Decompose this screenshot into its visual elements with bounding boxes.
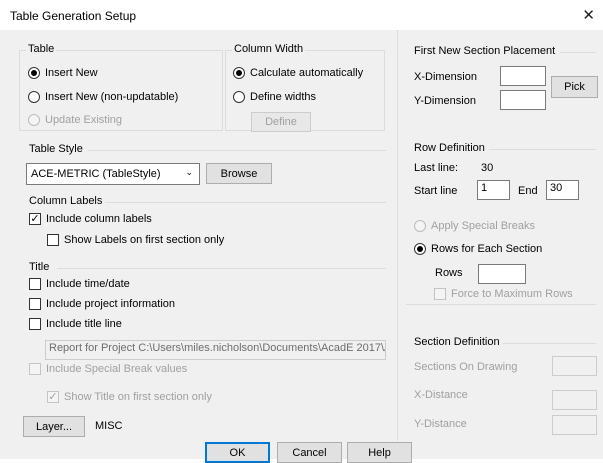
checkmark-icon: ✓ <box>47 391 59 403</box>
radio-unselected-icon <box>28 91 40 103</box>
checkmark-icon: ✓ <box>29 213 41 225</box>
layer-button[interactable]: Layer... <box>23 416 85 437</box>
radio-selected-icon <box>233 67 245 79</box>
x-dimension-field[interactable] <box>500 66 546 86</box>
ok-button[interactable]: OK <box>205 442 270 463</box>
last-line-label: Last line: <box>414 162 459 174</box>
include-special-breaks-checkbox: Include Special Break values <box>29 363 187 375</box>
apply-special-breaks-label: Apply Special Breaks <box>431 220 535 232</box>
section-definition-divider <box>503 343 596 344</box>
rows-label: Rows <box>435 267 463 279</box>
checkbox-empty-icon <box>29 278 41 290</box>
insert-new-radio[interactable]: Insert New <box>28 67 98 79</box>
last-line-value: 30 <box>481 162 494 174</box>
table-style-title: Table Style <box>29 143 83 155</box>
radio-unselected-icon <box>414 220 426 232</box>
x-distance-field <box>552 390 597 410</box>
calculate-automatically-label: Calculate automatically <box>250 67 364 79</box>
include-column-labels-label: Include column labels <box>46 213 152 225</box>
update-existing-radio: Update Existing <box>28 114 122 126</box>
end-label: End <box>518 185 538 197</box>
section-definition-title: Section Definition <box>414 336 500 348</box>
show-title-first-section-label: Show Title on first section only <box>64 391 212 403</box>
column-width-group: Column Width Calculate automatically Def… <box>225 43 385 132</box>
table-style-divider <box>88 150 386 151</box>
checkbox-empty-icon <box>434 288 446 300</box>
include-title-line-label: Include title line <box>46 318 122 330</box>
include-title-line-checkbox[interactable]: Include title line <box>29 318 122 330</box>
column-width-title: Column Width <box>232 43 306 55</box>
checkbox-empty-icon <box>29 298 41 310</box>
include-project-info-label: Include project information <box>46 298 176 310</box>
start-line-field[interactable]: 1 <box>477 180 510 200</box>
force-max-rows-label: Force to Maximum Rows <box>451 288 573 300</box>
force-max-rows-checkbox: Force to Maximum Rows <box>434 288 573 300</box>
update-existing-label: Update Existing <box>45 114 123 126</box>
sections-on-drawing-field <box>552 356 597 376</box>
end-line-field[interactable]: 30 <box>546 180 579 200</box>
chevron-down-icon: ⌄ <box>185 167 193 177</box>
table-style-selected: ACE-METRIC (TableStyle) <box>31 168 161 180</box>
show-labels-first-section-checkbox[interactable]: Show Labels on first section only <box>47 234 224 246</box>
radio-selected-icon <box>414 243 426 255</box>
insert-new-non-updatable-radio[interactable]: Insert New (non-updatable) <box>28 91 178 103</box>
cancel-button[interactable]: Cancel <box>277 442 342 463</box>
define-widths-label: Define widths <box>250 91 317 103</box>
title-section-divider <box>57 268 386 269</box>
title-line-field: Report for Project C:\Users\miles.nichol… <box>45 340 386 360</box>
placement-title: First New Section Placement <box>414 45 556 57</box>
x-dimension-label: X-Dimension <box>414 71 477 83</box>
calculate-automatically-radio[interactable]: Calculate automatically <box>233 67 363 79</box>
dialog-title: Table Generation Setup <box>10 9 137 23</box>
layer-value: MISC <box>95 420 123 432</box>
table-generation-setup-dialog: Table Generation Setup ✕ Table Insert Ne… <box>0 0 603 463</box>
checkbox-empty-icon <box>29 363 41 375</box>
include-column-labels-checkbox[interactable]: ✓ Include column labels <box>29 213 152 225</box>
include-project-info-checkbox[interactable]: Include project information <box>29 298 175 310</box>
pick-button[interactable]: Pick <box>551 76 598 98</box>
show-labels-first-section-label: Show Labels on first section only <box>64 234 225 246</box>
start-line-label: Start line <box>414 185 458 197</box>
rows-for-each-section-radio[interactable]: Rows for Each Section <box>414 243 542 255</box>
row-definition-title: Row Definition <box>414 142 485 154</box>
title-bar: Table Generation Setup ✕ <box>0 0 603 30</box>
radio-unselected-icon <box>28 114 40 126</box>
define-widths-radio[interactable]: Define widths <box>233 91 316 103</box>
table-group-title: Table <box>26 43 57 55</box>
y-distance-label: Y-Distance <box>414 418 467 430</box>
rows-field[interactable] <box>478 264 526 284</box>
include-special-breaks-label: Include Special Break values <box>46 363 188 375</box>
include-time-date-label: Include time/date <box>46 278 130 290</box>
dialog-body: Table Insert New Insert New (non-updatab… <box>0 30 603 463</box>
row-definition-divider <box>489 149 596 150</box>
browse-button[interactable]: Browse <box>206 163 272 184</box>
y-distance-field <box>552 415 597 435</box>
show-title-first-section-checkbox: ✓ Show Title on first section only <box>47 391 212 403</box>
close-icon[interactable]: ✕ <box>582 6 595 24</box>
rows-for-each-section-label: Rows for Each Section <box>431 243 543 255</box>
insert-new-label: Insert New <box>45 67 98 79</box>
title-section-title: Title <box>29 261 50 273</box>
placement-divider <box>560 52 596 53</box>
checkbox-empty-icon <box>29 318 41 330</box>
table-group: Table Insert New Insert New (non-updatab… <box>19 43 223 131</box>
y-dimension-field[interactable] <box>500 90 546 110</box>
checkbox-empty-icon <box>47 234 59 246</box>
help-button[interactable]: Help <box>347 442 412 463</box>
apply-special-breaks-radio: Apply Special Breaks <box>414 220 535 232</box>
x-distance-label: X-Distance <box>414 389 468 401</box>
column-labels-divider <box>105 202 386 203</box>
radio-unselected-icon <box>233 91 245 103</box>
y-dimension-label: Y-Dimension <box>414 95 476 107</box>
define-button: Define <box>251 112 311 132</box>
include-time-date-checkbox[interactable]: Include time/date <box>29 278 130 290</box>
sections-on-drawing-label: Sections On Drawing <box>414 361 518 373</box>
table-style-dropdown[interactable]: ACE-METRIC (TableStyle) ⌄ <box>26 163 200 185</box>
insert-new-non-updatable-label: Insert New (non-updatable) <box>45 91 179 103</box>
radio-selected-icon <box>28 67 40 79</box>
row-definition-bottom-border <box>406 304 596 305</box>
column-labels-title: Column Labels <box>29 195 103 207</box>
pane-divider <box>397 30 398 441</box>
